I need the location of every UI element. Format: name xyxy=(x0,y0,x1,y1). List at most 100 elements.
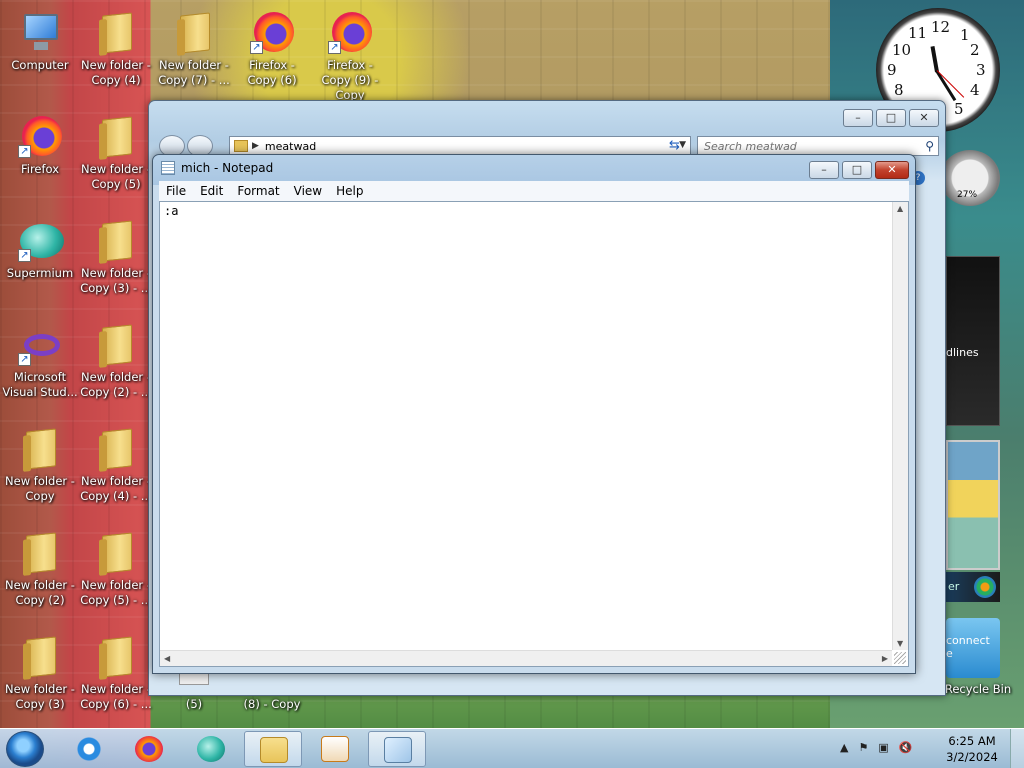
desktop-icon-folder[interactable]: New folder - Copy (5) - ... xyxy=(78,530,154,608)
taskbar-windows-explorer[interactable] xyxy=(244,731,302,767)
desktop-icon-firefox[interactable]: ↗ Firefox xyxy=(2,114,78,177)
desktop-icon-folder[interactable]: New folder - Copy (6) - ... xyxy=(78,634,154,712)
visual-studio-icon: ↗ xyxy=(18,322,62,366)
notepad-window-controls: – □ ✕ xyxy=(806,161,909,179)
desktop-icon-partial[interactable]: (5) xyxy=(156,697,232,712)
media-center-gadget[interactable]: er xyxy=(946,572,1000,602)
headlines-gadget[interactable] xyxy=(946,256,1000,426)
clock-number: 3 xyxy=(976,61,986,79)
folder-icon xyxy=(94,114,138,158)
menu-bar: File Edit Format View Help xyxy=(159,181,909,201)
firefox-icon: ↗ xyxy=(328,10,372,54)
taskbar-notepad[interactable] xyxy=(368,731,426,767)
desktop-icon-recycle-bin[interactable]: Recycle Bin xyxy=(940,682,1016,697)
address-bar[interactable]: ▶ meatwad ▼ xyxy=(229,136,691,156)
action-center-flag-icon[interactable]: ⚑ xyxy=(858,741,868,754)
folder-icon xyxy=(94,530,138,574)
resize-grip[interactable] xyxy=(894,652,906,664)
system-tray: ▲ ⚑ ▣ 🔇 xyxy=(840,741,922,754)
scroll-left-icon[interactable]: ◀ xyxy=(164,654,170,663)
breadcrumb-arrow-icon[interactable]: ▶ xyxy=(252,141,259,151)
scroll-down-icon[interactable]: ▼ xyxy=(897,639,903,648)
folder-icon xyxy=(18,634,62,678)
search-box[interactable]: ⚲ xyxy=(697,136,939,156)
desktop-icon-label: New folder - Copy (6) - ... xyxy=(80,682,152,711)
folder-icon xyxy=(94,218,138,262)
search-icon[interactable]: ⚲ xyxy=(925,139,934,153)
notepad-titlebar[interactable]: mich - Notepad xyxy=(161,161,273,175)
refresh-icon[interactable]: ⇆ xyxy=(669,138,680,153)
menu-file[interactable]: File xyxy=(159,184,193,198)
address-path[interactable]: meatwad xyxy=(265,140,316,153)
firefox-icon: ↗ xyxy=(18,114,62,158)
taskbar-media-player[interactable] xyxy=(306,731,364,767)
show-hidden-icons-icon[interactable]: ▲ xyxy=(840,741,848,754)
explorer-status-item xyxy=(179,673,209,685)
desktop-icon-supermium[interactable]: ↗ Supermium xyxy=(2,218,78,281)
close-button[interactable]: ✕ xyxy=(875,161,909,179)
cpu-meter-value: 27% xyxy=(957,190,978,200)
network-icon[interactable]: ▣ xyxy=(878,741,888,754)
menu-edit[interactable]: Edit xyxy=(193,184,230,198)
clock-number: 5 xyxy=(954,100,964,118)
notepad-icon xyxy=(384,737,412,763)
editor-content[interactable]: :a xyxy=(164,204,884,644)
close-button[interactable]: ✕ xyxy=(909,109,939,127)
start-button[interactable] xyxy=(6,731,44,767)
windows-logo-icon xyxy=(974,576,996,598)
desktop-icon-label: Computer xyxy=(11,58,69,72)
connect-label-2: e xyxy=(946,647,953,660)
maximize-button[interactable]: □ xyxy=(876,109,906,127)
desktop-icon-label: New folder - Copy (4) xyxy=(81,58,151,87)
taskbar-supermium[interactable] xyxy=(182,731,240,767)
desktop-icon-folder[interactable]: New folder - Copy xyxy=(2,426,78,504)
maximize-button[interactable]: □ xyxy=(842,161,872,179)
desktop-icon-folder[interactable]: New folder - Copy (7) - ... xyxy=(156,10,232,88)
taskbar-internet-explorer[interactable] xyxy=(60,731,118,767)
desktop-icon-folder[interactable]: New folder - Copy (4) xyxy=(78,10,154,88)
desktop-icon-label: New folder - Copy (2) - ... xyxy=(80,370,152,399)
media-player-icon xyxy=(321,736,349,762)
taskbar: ▲ ⚑ ▣ 🔇 6:25 AM 3/2/2024 xyxy=(0,728,1024,768)
search-input[interactable] xyxy=(704,139,914,153)
volume-muted-icon[interactable]: 🔇 xyxy=(899,741,913,754)
taskbar-clock[interactable]: 6:25 AM 3/2/2024 xyxy=(944,733,1000,765)
desktop-icon-folder[interactable]: New folder - Copy (3) xyxy=(2,634,78,712)
supermium-icon xyxy=(197,736,225,762)
folder-icon xyxy=(172,10,216,54)
horizontal-scrollbar[interactable]: ◀ ▶ xyxy=(160,650,892,666)
text-editor[interactable]: :a ▲ ▼ ◀ ▶ xyxy=(159,201,909,667)
taskbar-firefox[interactable] xyxy=(120,731,178,767)
folder-icon xyxy=(94,10,138,54)
desktop-icon-firefox-copy[interactable]: ↗ Firefox - Copy (9) - Copy xyxy=(312,10,388,103)
desktop-icon-folder[interactable]: New folder - Copy (3) - ... xyxy=(78,218,154,296)
notepad-window[interactable]: mich - Notepad – □ ✕ File Edit Format Vi… xyxy=(152,154,916,674)
scroll-right-icon[interactable]: ▶ xyxy=(882,654,888,663)
show-desktop-button[interactable] xyxy=(1010,729,1024,768)
scroll-up-icon[interactable]: ▲ xyxy=(897,204,903,213)
desktop-icon-firefox-copy[interactable]: ↗ Firefox - Copy (6) xyxy=(234,10,310,88)
vertical-scrollbar[interactable]: ▲ ▼ xyxy=(892,202,908,650)
chevron-down-icon[interactable]: ▼ xyxy=(679,140,686,150)
desktop-icon-folder[interactable]: New folder - Copy (2) - ... xyxy=(78,322,154,400)
desktop-icon-label: New folder - Copy xyxy=(5,474,75,503)
slideshow-gadget[interactable] xyxy=(946,440,1000,570)
menu-format[interactable]: Format xyxy=(230,184,286,198)
clock-number: 10 xyxy=(892,41,912,59)
clock-number: 2 xyxy=(970,41,980,59)
menu-view[interactable]: View xyxy=(287,184,329,198)
desktop-icon-label: New folder - Copy (5) xyxy=(81,162,151,191)
clock-number: 8 xyxy=(894,81,904,99)
desktop-icon-visual-studio[interactable]: ↗ Microsoft Visual Stud... xyxy=(2,322,78,400)
desktop-icon-folder[interactable]: New folder - Copy (4) - ... xyxy=(78,426,154,504)
desktop-icon-folder[interactable]: New folder - Copy (2) xyxy=(2,530,78,608)
desktop-icon-partial[interactable]: (8) - Copy xyxy=(234,697,310,712)
desktop-icon-label: New folder - Copy (4) - ... xyxy=(80,474,152,503)
desktop-icon-computer[interactable]: Computer xyxy=(2,10,78,73)
connect-gadget[interactable]: connect e xyxy=(946,618,1000,678)
minimize-button[interactable]: – xyxy=(843,109,873,127)
menu-help[interactable]: Help xyxy=(329,184,370,198)
desktop-icon-folder[interactable]: New folder - Copy (5) xyxy=(78,114,154,192)
minimize-button[interactable]: – xyxy=(809,161,839,179)
desktop-icon-label: Firefox - Copy (6) xyxy=(247,58,297,87)
